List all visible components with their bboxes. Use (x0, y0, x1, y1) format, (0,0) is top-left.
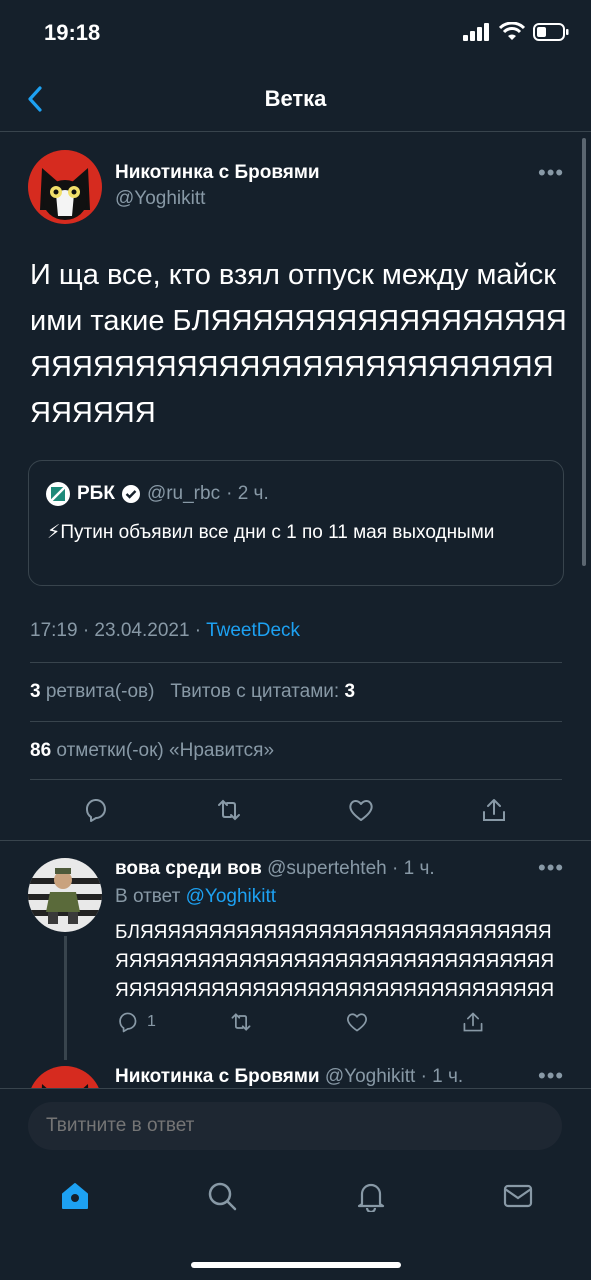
share-icon[interactable] (461, 1010, 485, 1034)
reply-context-prefix: В ответ (115, 886, 181, 907)
next-tweet-header: Никотинка с Бровями @Yoghikitt · 1 ч. (115, 1066, 463, 1088)
quotes-label: Твитов с цитатами: (170, 681, 340, 702)
cat-avatar-image (28, 150, 102, 224)
retweet-icon[interactable] (229, 1010, 253, 1034)
quoted-author-name: РБК (77, 483, 115, 504)
verified-badge-icon (121, 485, 140, 503)
page-title: Ветка (264, 86, 327, 111)
more-options-icon[interactable]: ••• (538, 1063, 564, 1089)
like-icon[interactable] (347, 796, 375, 824)
signal-icon (463, 23, 489, 41)
tweet-timestamp: 17:19 · 23.04.2021 · TweetDeck (30, 620, 300, 642)
wifi-icon (499, 22, 525, 40)
divider (30, 662, 562, 663)
divider (0, 131, 591, 132)
divider (0, 840, 591, 841)
divider (30, 721, 562, 722)
search-icon[interactable] (206, 1180, 238, 1212)
reply-action[interactable]: 1 (115, 1010, 156, 1034)
battery-icon (533, 23, 569, 41)
likes-count: 86 (30, 740, 52, 761)
reply-header: вова среди вов @supertehteh · 1 ч. (115, 858, 435, 880)
quoted-tweet-text: ⚡Путин объявил все дни с 1 по 11 мая вых… (47, 522, 495, 543)
reply-tweet-text: БЛЯЯЯЯЯЯЯЯЯЯЯЯЯЯЯЯЯЯЯЯЯЯЯЯЯЯЯЯЯЯЯЯЯЯЯЯЯЯ… (115, 922, 555, 1001)
next-time: · 1 ч. (420, 1066, 464, 1087)
status-time: 19:18 (44, 20, 101, 45)
tweet-time-date: 17:19 · 23.04.2021 · (30, 620, 202, 641)
divider (30, 779, 562, 780)
retweets-label: ретвита(-ов) (45, 681, 155, 702)
likes-label: отметки(-ок) «Нравится» (56, 740, 275, 761)
next-author-handle[interactable]: @Yoghikitt (325, 1066, 415, 1087)
status-icons (463, 22, 569, 42)
quoted-author-handle: @ru_rbc (146, 483, 221, 504)
avatar[interactable] (28, 150, 102, 224)
author-handle[interactable]: @Yoghikitt (115, 188, 205, 210)
quoted-tweet-header: РБК @ru_rbc · 2 ч. (45, 481, 269, 507)
like-icon[interactable] (345, 1010, 369, 1034)
home-indicator[interactable] (191, 1262, 401, 1268)
messages-mail-icon[interactable] (502, 1180, 534, 1212)
reply-time: · 1 ч. (392, 858, 435, 879)
reply-author-name[interactable]: вова среди вов (115, 858, 262, 879)
reply-author-handle[interactable]: @supertehteh (267, 858, 387, 879)
reply-icon[interactable] (115, 1010, 139, 1034)
more-options-icon[interactable]: ••• (538, 160, 564, 186)
tweet-text: И ща все, кто взял отпуск между майскими… (30, 259, 567, 429)
quoted-time: · 2 ч. (226, 483, 269, 504)
retweet-icon[interactable] (215, 796, 243, 824)
reply-count: 1 (147, 1013, 156, 1030)
divider (0, 1088, 591, 1089)
reply-avatar-image (28, 858, 102, 932)
avatar[interactable] (28, 858, 102, 932)
rbc-logo-icon (46, 482, 70, 506)
quoted-tweet-card[interactable]: РБК @ru_rbc · 2 ч. ⚡Путин объявил все дн… (28, 460, 564, 586)
reply-to-handle[interactable]: @Yoghikitt (186, 886, 276, 907)
quotes-count: 3 (344, 681, 356, 702)
reply-composer-input[interactable] (28, 1102, 562, 1150)
more-options-icon[interactable]: ••• (538, 855, 564, 881)
likes-stats[interactable]: 86 отметки(-ок) «Нравится» (30, 740, 274, 762)
notifications-bell-icon[interactable] (355, 1180, 387, 1212)
retweets-count: 3 (30, 681, 41, 702)
scrollbar[interactable] (582, 138, 586, 566)
home-icon[interactable] (59, 1180, 91, 1212)
reply-icon[interactable] (81, 796, 109, 824)
retweet-stats[interactable]: 3 ретвита(-ов) Твитов с цитатами: 3 (30, 681, 355, 703)
author-name[interactable]: Никотинка с Бровями (115, 162, 320, 184)
tweet-client-link[interactable]: TweetDeck (206, 620, 300, 641)
share-icon[interactable] (480, 796, 508, 824)
thread-line (64, 936, 67, 1060)
next-author-name[interactable]: Никотинка с Бровями (115, 1066, 320, 1087)
reply-context: В ответ @Yoghikitt (115, 886, 276, 908)
